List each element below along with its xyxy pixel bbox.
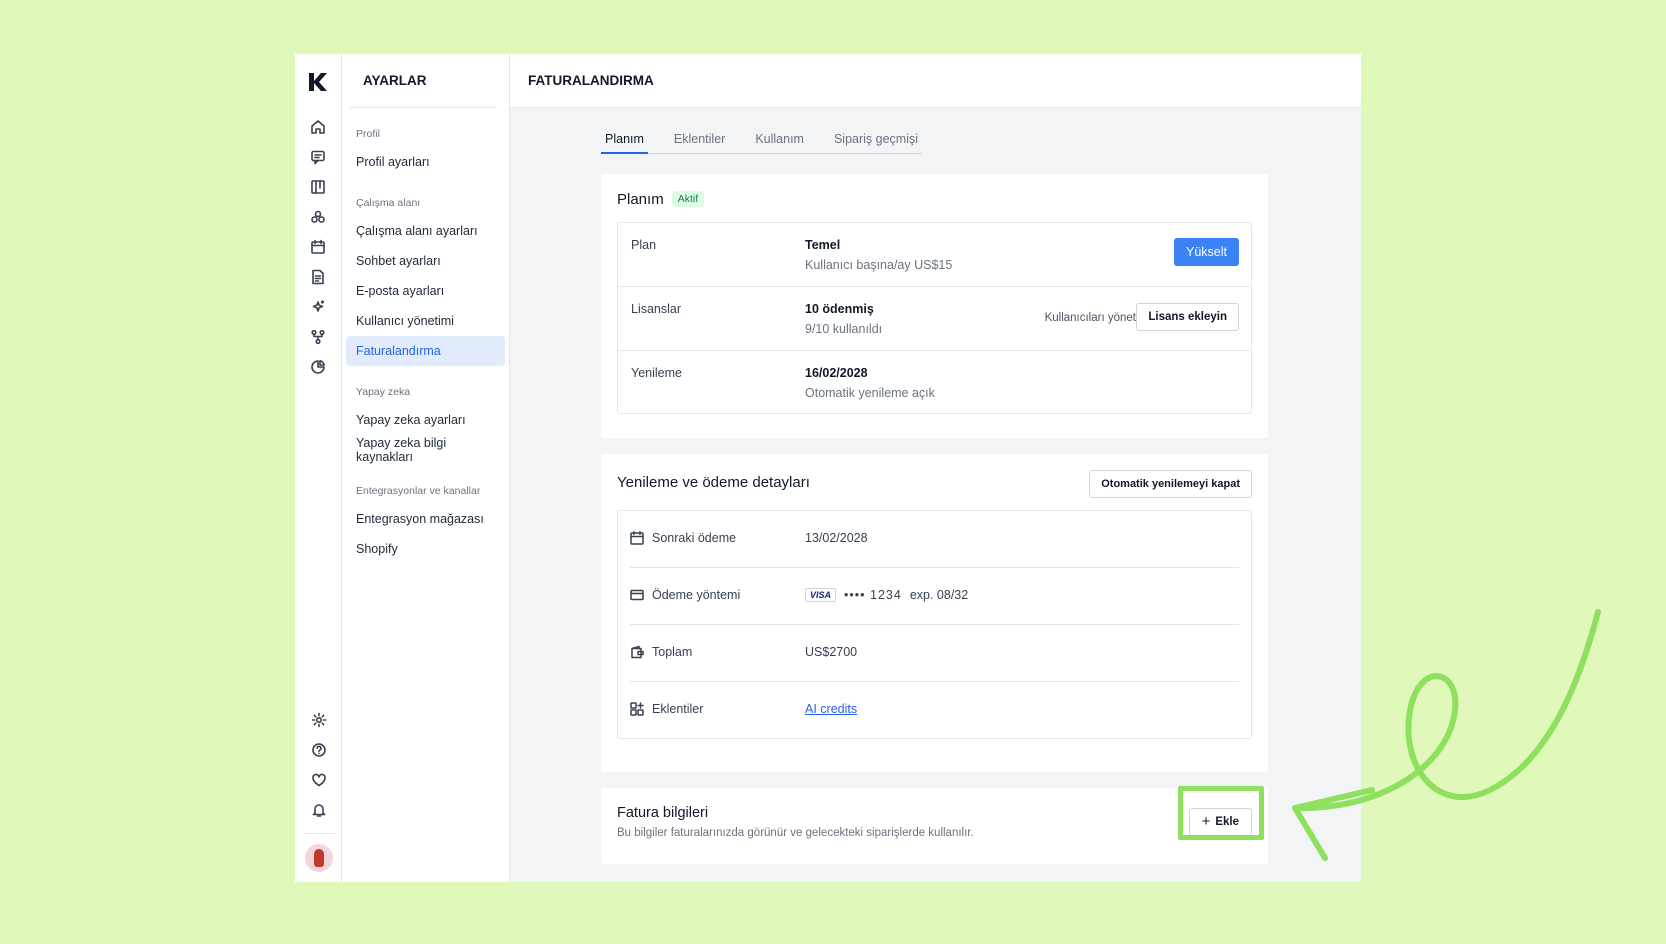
addons-label: Eklentiler bbox=[652, 702, 704, 716]
plan-label: Plan bbox=[631, 238, 657, 252]
nav-group-profile: Profil bbox=[356, 128, 380, 140]
sidebar-item-profile-settings[interactable]: Profil ayarları bbox=[346, 147, 505, 177]
app-window: AYARLAR Profil Profil ayarları Çalışma a… bbox=[295, 54, 1361, 882]
document-icon[interactable] bbox=[303, 262, 333, 292]
invoice-info-card: Fatura bilgileri Bu bilgiler faturaların… bbox=[601, 788, 1268, 864]
visa-logo: VISA bbox=[805, 588, 837, 602]
credit-card-icon bbox=[630, 588, 644, 602]
card-number: •••• 1234 bbox=[844, 588, 902, 602]
addons-icon bbox=[630, 702, 644, 716]
licenses-used: 9/10 kullanıldı bbox=[805, 322, 883, 336]
contacts-icon[interactable] bbox=[303, 202, 333, 232]
upgrade-button[interactable]: Yükselt bbox=[1174, 238, 1239, 266]
next-payment-row: Sonraki ödeme 13/02/2028 bbox=[630, 511, 1239, 568]
licenses-row: Lisanslar 10 ödenmiş 9/10 kullanıldı Kul… bbox=[618, 287, 1251, 351]
sidebar-item-billing[interactable]: Faturalandırma bbox=[346, 336, 505, 366]
addons-row: Eklentiler AI credits bbox=[630, 682, 1239, 739]
payment-details: Sonraki ödeme 13/02/2028 Ödeme yöntemi V… bbox=[617, 510, 1252, 739]
next-payment-label: Sonraki ödeme bbox=[652, 531, 737, 545]
renewal-label: Yenileme bbox=[631, 366, 682, 380]
sidebar-item-user-management[interactable]: Kullanıcı yönetimi bbox=[346, 306, 505, 336]
disable-auto-renew-button[interactable]: Otomatik yenilemeyi kapat bbox=[1089, 470, 1252, 498]
plan-row: Plan Temel Kullanıcı başına/ay US$15 Yük… bbox=[618, 223, 1251, 287]
icon-rail bbox=[295, 54, 342, 882]
tab-my-plan[interactable]: Planım bbox=[601, 132, 648, 154]
sidebar-item-ai-knowledge-sources[interactable]: Yapay zeka bilgi kaynakları bbox=[346, 435, 505, 465]
sidebar-item-shopify[interactable]: Shopify bbox=[346, 534, 505, 564]
invoice-card-subtitle: Bu bilgiler faturalarınızda görünür ve g… bbox=[617, 827, 974, 839]
page-title: FATURALANDIRMA bbox=[510, 54, 1361, 108]
plan-price: Kullanıcı başına/ay US$15 bbox=[805, 258, 953, 272]
ai-credits-link[interactable]: AI credits bbox=[805, 702, 857, 716]
settings-nav: AYARLAR Profil Profil ayarları Çalışma a… bbox=[342, 54, 510, 882]
board-icon[interactable] bbox=[303, 172, 333, 202]
plan-name: Temel bbox=[805, 238, 841, 252]
nav-group-ai: Yapay zeka bbox=[356, 386, 411, 398]
calendar-icon bbox=[630, 531, 644, 545]
sidebar-item-integration-store[interactable]: Entegrasyon mağazası bbox=[346, 504, 505, 534]
manage-users-link[interactable]: Kullanıcıları yönet bbox=[1045, 312, 1136, 324]
auto-renew-status: Otomatik yenileme açık bbox=[805, 386, 935, 400]
payment-card-title: Yenileme ve ödeme detayları bbox=[617, 474, 810, 491]
add-license-button[interactable]: Lisans ekleyin bbox=[1136, 303, 1239, 331]
sidebar-item-email-settings[interactable]: E-posta ayarları bbox=[346, 276, 505, 306]
settings-icon[interactable] bbox=[304, 705, 334, 735]
reports-icon[interactable] bbox=[303, 352, 333, 382]
calendar-icon[interactable] bbox=[303, 232, 333, 262]
workflow-icon[interactable] bbox=[303, 322, 333, 352]
tab-addons[interactable]: Eklentiler bbox=[670, 132, 729, 153]
plan-details: Plan Temel Kullanıcı başına/ay US$15 Yük… bbox=[617, 222, 1252, 414]
settings-nav-title: AYARLAR bbox=[350, 54, 497, 108]
next-payment-date: 13/02/2028 bbox=[805, 531, 868, 545]
rail-divider bbox=[302, 833, 335, 834]
payment-method-label: Ödeme yöntemi bbox=[652, 588, 741, 602]
status-badge: Aktif bbox=[671, 191, 705, 207]
chat-icon[interactable] bbox=[303, 142, 333, 172]
tab-usage[interactable]: Kullanım bbox=[751, 132, 808, 153]
payment-details-card: Yenileme ve ödeme detayları Otomatik yen… bbox=[601, 454, 1268, 772]
nav-group-workspace: Çalışma alanı bbox=[356, 197, 421, 209]
tab-order-history[interactable]: Sipariş geçmişi bbox=[830, 132, 922, 153]
plan-card-title: Planım bbox=[617, 191, 664, 208]
total-row: Toplam US$2700 bbox=[630, 625, 1239, 682]
card-expiry: exp. 08/32 bbox=[909, 588, 969, 602]
main-content: FATURALANDIRMA Planım Eklentiler Kullanı… bbox=[510, 54, 1361, 882]
home-icon[interactable] bbox=[303, 112, 333, 142]
licenses-paid: 10 ödenmiş bbox=[805, 302, 874, 316]
plan-card: Planım Aktif Plan Temel Kullanıcı başına/… bbox=[601, 174, 1268, 438]
payment-method-row: Ödeme yöntemi VISA •••• 1234 exp. 08/32 bbox=[630, 568, 1239, 625]
sidebar-item-ai-settings[interactable]: Yapay zeka ayarları bbox=[346, 405, 505, 435]
sidebar-item-workspace-settings[interactable]: Çalışma alanı ayarları bbox=[346, 216, 505, 246]
billing-tabs: Planım Eklentiler Kullanım Sipariş geçmi… bbox=[601, 132, 923, 154]
invoice-card-title: Fatura bilgileri bbox=[617, 805, 709, 821]
licenses-label: Lisanslar bbox=[631, 302, 682, 316]
sidebar-item-chat-settings[interactable]: Sohbet ayarları bbox=[346, 246, 505, 276]
renewal-row: Yenileme 16/02/2028 Otomatik yenileme aç… bbox=[618, 351, 1251, 415]
wallet-icon bbox=[630, 645, 644, 659]
annotation-arrow-icon bbox=[1292, 609, 1601, 861]
app-logo[interactable] bbox=[306, 70, 330, 94]
highlight-box bbox=[1178, 786, 1264, 840]
renewal-date: 16/02/2028 bbox=[805, 366, 868, 380]
avatar[interactable] bbox=[304, 844, 333, 872]
nav-group-integrations: Entegrasyonlar ve kanallar bbox=[356, 485, 481, 497]
heart-icon[interactable] bbox=[304, 765, 334, 795]
help-icon[interactable] bbox=[304, 735, 334, 765]
bell-icon[interactable] bbox=[304, 795, 334, 825]
sparkles-icon[interactable] bbox=[303, 292, 333, 322]
total-label: Toplam bbox=[652, 645, 693, 659]
total-amount: US$2700 bbox=[805, 645, 858, 659]
